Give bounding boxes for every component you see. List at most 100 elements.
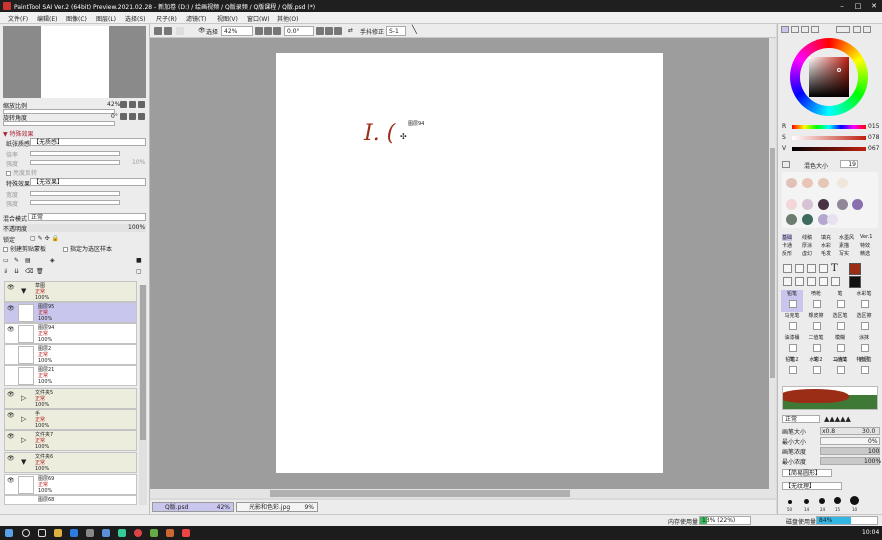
secondary-color-swatch[interactable]	[849, 276, 861, 288]
paint-tool-sai-icon[interactable]	[166, 529, 174, 537]
color-wheel[interactable]	[790, 38, 868, 116]
effect-dropdown[interactable]: 【无效果】	[30, 178, 146, 186]
brush-slot[interactable]: 马克笔	[781, 312, 803, 334]
menu-view[interactable]: 视图(V)	[217, 14, 238, 23]
category-tab[interactable]: 素描	[839, 242, 849, 249]
brush-size-multiplier[interactable]: x0.8	[822, 428, 835, 435]
rotate-tool-icon[interactable]	[807, 277, 816, 286]
brush-slot[interactable]: 铅笔	[781, 290, 803, 312]
color-picker-handle[interactable]	[837, 68, 841, 72]
brush-slot[interactable]: 二值笔	[829, 356, 851, 378]
file-tab[interactable]: 光影和色彩.jpg 9%	[236, 502, 318, 512]
visibility-eye-icon[interactable]: 👁	[7, 455, 15, 463]
navigator-preview[interactable]	[3, 26, 146, 98]
app-icon[interactable]	[134, 529, 142, 537]
layer-item[interactable]: 图层21 正常 100%	[4, 365, 137, 386]
layer-item[interactable]: 👁 ▷ 文件夹5 正常 100%	[4, 388, 137, 409]
move-tool-icon[interactable]	[783, 277, 792, 286]
visibility-eye-icon[interactable]: 👁	[7, 477, 15, 485]
folder-expand-icon[interactable]: ▼	[21, 458, 26, 466]
canvas-page[interactable]: I. ( 图层94 ✣	[276, 53, 663, 473]
start-icon[interactable]	[5, 529, 13, 537]
clip-checkbox[interactable]	[3, 247, 8, 252]
stabilizer-field[interactable]: S-1	[386, 26, 406, 36]
zoom-in-button[interactable]	[129, 101, 136, 108]
layer-item[interactable]: 图层2 正常 100%	[4, 344, 137, 365]
visibility-eye-icon[interactable]: 👁	[7, 305, 15, 313]
visibility-eye-icon[interactable]: 👁	[7, 391, 15, 399]
lasso-icon[interactable]	[795, 264, 804, 273]
task-view-icon[interactable]	[38, 529, 46, 537]
brush-slot[interactable]: 橡皮擦	[805, 312, 827, 334]
mixer-size-value[interactable]: 19	[840, 160, 858, 168]
category-tab[interactable]: 精选	[860, 250, 870, 257]
color-mixer-palette[interactable]	[782, 172, 878, 228]
opacity-row[interactable]: 不透明度 100%	[3, 224, 146, 233]
angle-field[interactable]: 0.0°	[284, 26, 314, 36]
layer-item[interactable]: 👁 图层95 正常 100%	[4, 302, 137, 323]
brightness-checkbox[interactable]	[6, 171, 11, 176]
horizontal-scroll-thumb[interactable]	[270, 490, 570, 497]
brush-dot[interactable]	[788, 500, 792, 504]
edge-icon[interactable]	[70, 529, 78, 537]
select-eye-icon[interactable]: 👁	[198, 27, 206, 34]
selection-rect-icon[interactable]	[783, 264, 792, 273]
brush-dot[interactable]	[834, 497, 841, 504]
brush-slot[interactable]: 选区笔	[829, 312, 851, 334]
menu-image[interactable]: 图像(C)	[66, 14, 87, 23]
brush-texture-dropdown[interactable]: 【无纹理】	[782, 482, 842, 490]
eyedropper-icon[interactable]	[831, 277, 840, 286]
brush-slot[interactable]: 涂抹	[853, 334, 875, 356]
magic-wand-icon[interactable]	[807, 264, 816, 273]
strength2-slider[interactable]	[30, 200, 120, 205]
new-folder-icon[interactable]: ▤	[25, 257, 31, 264]
menu-window[interactable]: 窗口(W)	[247, 14, 270, 23]
canvas-vertical-scrollbar[interactable]	[769, 38, 776, 489]
layer-scrollbar-thumb[interactable]	[140, 285, 146, 440]
menu-layer[interactable]: 图层(L)	[96, 14, 116, 23]
brush-slot[interactable]: 模糊	[829, 334, 851, 356]
paper-dropdown[interactable]: 【无质感】	[30, 138, 146, 146]
close-button[interactable]: ✕	[866, 0, 882, 12]
brush-slot[interactable]: 油漆桶	[781, 334, 803, 356]
folder-expand-icon[interactable]: ▷	[21, 415, 26, 423]
zoom-in-icon[interactable]	[264, 27, 272, 35]
menu-ruler[interactable]: 尺子(R)	[156, 14, 177, 23]
vertical-scroll-thumb[interactable]	[770, 148, 775, 378]
category-tab[interactable]: 基础	[782, 234, 793, 241]
angle-slider[interactable]	[3, 121, 115, 126]
layer-item[interactable]: 👁 图层69 正常 100%	[4, 474, 137, 495]
search-icon[interactable]	[22, 529, 30, 537]
mail-icon[interactable]	[102, 529, 110, 537]
flip-icon[interactable]: ⇄	[348, 27, 353, 34]
rotate-reset-icon[interactable]	[334, 27, 342, 35]
rotate-cw-icon[interactable]	[325, 27, 333, 35]
layer-item[interactable]: 👁 ▷ 手正常 100%	[4, 409, 137, 430]
minimize-button[interactable]: –	[834, 0, 850, 12]
store-icon[interactable]	[86, 529, 94, 537]
visibility-eye-icon[interactable]: 👁	[7, 433, 15, 441]
menu-select[interactable]: 选择(S)	[125, 14, 146, 23]
app-icon[interactable]	[118, 529, 126, 537]
rotate-ccw-icon[interactable]	[316, 27, 324, 35]
undo-icon[interactable]	[164, 27, 172, 35]
brush-slot[interactable]: 二值笔	[805, 334, 827, 356]
menu-file[interactable]: 文件(F)	[8, 14, 28, 23]
layer-item[interactable]: 👁 ▼ 文件夹6 正常 100%	[4, 452, 137, 473]
ref-checkbox[interactable]	[63, 247, 68, 252]
strength-slider[interactable]	[30, 160, 120, 165]
brush-slot[interactable]: 笔	[805, 356, 827, 378]
file-tab[interactable]: Q版.psd 42%	[152, 502, 234, 512]
category-tab[interactable]: Ver.1	[860, 234, 872, 240]
category-tab[interactable]: 写实	[839, 250, 849, 257]
category-tab[interactable]: 水墨风	[839, 234, 854, 241]
saturation-value-square[interactable]	[809, 57, 849, 97]
brush-dot[interactable]	[804, 499, 809, 504]
brush-slot[interactable]: 水彩笔	[853, 290, 875, 312]
new-linework-icon[interactable]: ✎	[14, 257, 19, 264]
category-tab[interactable]: 水彩	[821, 242, 831, 249]
layer-item[interactable]: 图层68	[4, 495, 137, 505]
delete-layer-icon[interactable]: 🗑	[36, 268, 44, 275]
brush-slot[interactable]: 选区擦	[853, 312, 875, 334]
rotate-right-button[interactable]	[129, 113, 136, 120]
